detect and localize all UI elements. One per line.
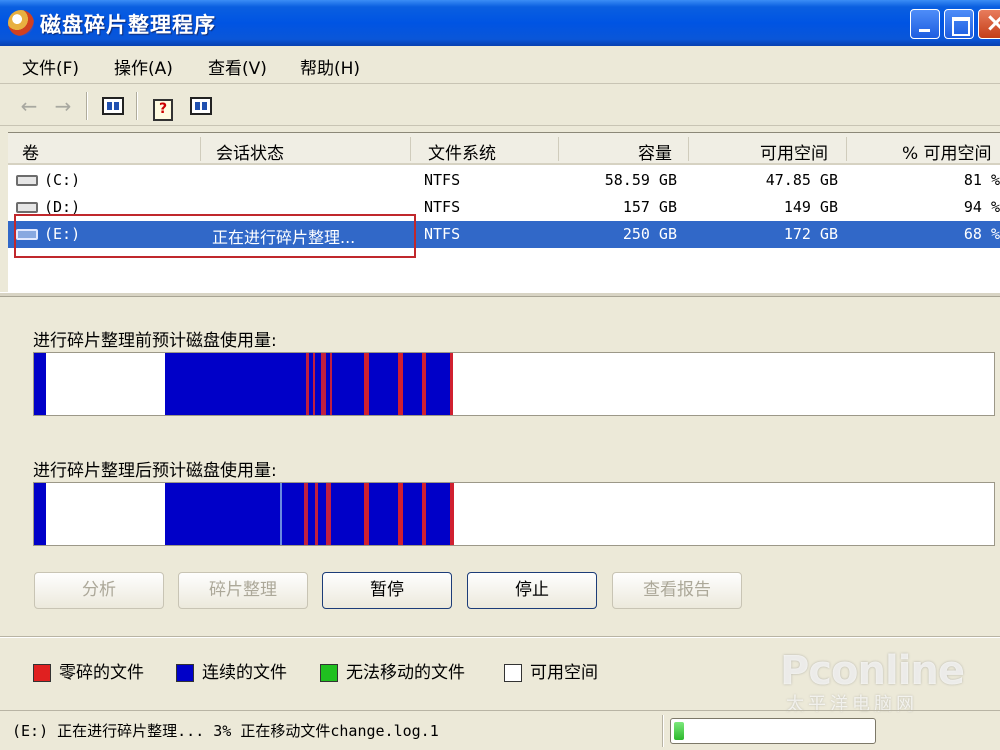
column-file-system[interactable]: 文件系统 — [428, 139, 496, 164]
contiguous-swatch — [176, 664, 194, 682]
analyze-button[interactable]: 分析 — [34, 572, 164, 609]
column-volume[interactable]: 卷 — [22, 139, 39, 164]
usage-segment — [422, 353, 426, 415]
legend-unmovable: 无法移动的文件 — [320, 658, 465, 683]
usage-segment — [422, 483, 426, 545]
volume-percent-free: 68 % — [963, 225, 1000, 243]
forward-arrow-icon[interactable]: → — [50, 94, 76, 118]
pause-button[interactable]: 暂停 — [322, 572, 452, 609]
column-separator[interactable] — [846, 137, 847, 161]
column-separator[interactable] — [200, 137, 201, 161]
before-usage-bar — [33, 352, 995, 416]
status-separator — [662, 715, 664, 747]
hard-drive-icon — [16, 175, 38, 186]
back-arrow-icon[interactable]: ← — [16, 94, 42, 118]
usage-segment — [398, 353, 403, 415]
hard-drive-icon — [16, 202, 38, 213]
usage-segment — [450, 353, 453, 415]
column-separator[interactable] — [410, 137, 411, 161]
column-percent-free[interactable]: % 可用空间 — [902, 139, 992, 164]
volume-fs: NTFS — [424, 225, 461, 243]
usage-segment — [450, 483, 454, 545]
column-free-space[interactable]: 可用空间 — [760, 139, 828, 164]
fragmented-swatch — [33, 664, 51, 682]
volume-fs: NTFS — [424, 171, 461, 189]
volume-free: 149 GB — [783, 198, 838, 216]
volume-free: 47.85 GB — [765, 171, 838, 189]
show-hide-icon[interactable] — [188, 94, 214, 118]
column-capacity[interactable]: 容量 — [638, 139, 672, 164]
volume-list-header: 卷 会话状态 文件系统 容量 可用空间 % 可用空间 — [8, 133, 1000, 165]
toolbar: ← → ? — [0, 86, 1000, 126]
volume-name: (C:) — [44, 171, 81, 189]
usage-segment — [364, 483, 369, 545]
defrag-app-icon — [8, 10, 34, 36]
legend-label: 无法移动的文件 — [346, 663, 465, 683]
defragment-button[interactable]: 碎片整理 — [178, 572, 308, 609]
legend-label: 零碎的文件 — [59, 663, 144, 683]
volume-free: 172 GB — [783, 225, 838, 243]
usage-segment — [313, 353, 315, 415]
usage-segment — [330, 353, 332, 415]
close-button[interactable] — [978, 8, 1000, 39]
separator-line — [0, 636, 1000, 638]
menu-view[interactable]: 查看(V) — [208, 54, 267, 79]
menu-file[interactable]: 文件(F) — [22, 54, 79, 79]
column-session-status[interactable]: 会话状态 — [216, 139, 284, 164]
column-separator[interactable] — [688, 137, 689, 161]
usage-segment — [34, 483, 46, 545]
maximize-button[interactable] — [944, 9, 974, 39]
menu-action[interactable]: 操作(A) — [114, 54, 173, 79]
usage-segment — [321, 353, 326, 415]
legend-fragmented: 零碎的文件 — [33, 658, 144, 683]
status-text: (E:) 正在进行碎片整理... 3% 正在移动文件change.log.1 — [12, 722, 439, 740]
defrag-window: 磁盘碎片整理程序 文件(F) 操作(A) 查看(V) 帮助(H) ← → ? 卷… — [0, 0, 1000, 750]
menu-bar: 文件(F) 操作(A) 查看(V) 帮助(H) — [0, 48, 1000, 84]
minimize-button[interactable] — [910, 9, 940, 39]
usage-segment — [34, 353, 46, 415]
volume-percent-free: 94 % — [963, 198, 1000, 216]
usage-segment — [165, 483, 454, 545]
status-bar: (E:) 正在进行碎片整理... 3% 正在移动文件change.log.1 — [0, 710, 1000, 750]
usage-segment — [364, 353, 369, 415]
view-report-button[interactable]: 查看报告 — [612, 572, 742, 609]
free-space-swatch — [504, 664, 522, 682]
before-usage-label: 进行碎片整理前预计磁盘使用量: — [33, 331, 277, 351]
pane-splitter[interactable] — [0, 292, 1000, 297]
volume-capacity: 250 GB — [622, 225, 677, 243]
progress-fill — [674, 722, 684, 740]
legend-label: 连续的文件 — [202, 663, 287, 683]
watermark-logo: Pconline — [780, 648, 965, 694]
volume-percent-free: 81 % — [963, 171, 1000, 189]
volume-row-c[interactable]: (C:) NTFS 58.59 GB 47.85 GB 81 % — [8, 167, 1000, 194]
highlight-annotation — [14, 214, 416, 258]
legend-free-space: 可用空间 — [504, 658, 598, 683]
usage-segment — [304, 483, 308, 545]
volume-list: 卷 会话状态 文件系统 容量 可用空间 % 可用空间 (C:) NTFS 58.… — [8, 132, 1000, 292]
usage-segment — [315, 483, 318, 545]
volume-capacity: 58.59 GB — [604, 171, 677, 189]
volume-fs: NTFS — [424, 198, 461, 216]
column-separator[interactable] — [558, 137, 559, 161]
defrag-progress-bar — [670, 718, 876, 744]
toolbar-separator — [86, 92, 88, 120]
title-bar[interactable]: 磁盘碎片整理程序 — [0, 0, 1000, 46]
window-title: 磁盘碎片整理程序 — [40, 13, 216, 37]
properties-help-icon[interactable]: ? — [150, 94, 176, 121]
usage-segment — [280, 483, 282, 545]
after-usage-bar — [33, 482, 995, 546]
after-usage-label: 进行碎片整理后预计磁盘使用量: — [33, 461, 277, 481]
stop-button[interactable]: 停止 — [467, 572, 597, 609]
menu-help[interactable]: 帮助(H) — [300, 54, 360, 79]
legend-contiguous: 连续的文件 — [176, 658, 287, 683]
legend-label: 可用空间 — [530, 663, 598, 683]
usage-segment — [306, 353, 309, 415]
unmovable-swatch — [320, 664, 338, 682]
usage-segment — [165, 353, 453, 415]
usage-segment — [398, 483, 403, 545]
usage-segment — [326, 483, 331, 545]
volume-capacity: 157 GB — [622, 198, 677, 216]
toolbar-separator — [136, 92, 138, 120]
defrag-view-icon[interactable] — [100, 94, 126, 118]
